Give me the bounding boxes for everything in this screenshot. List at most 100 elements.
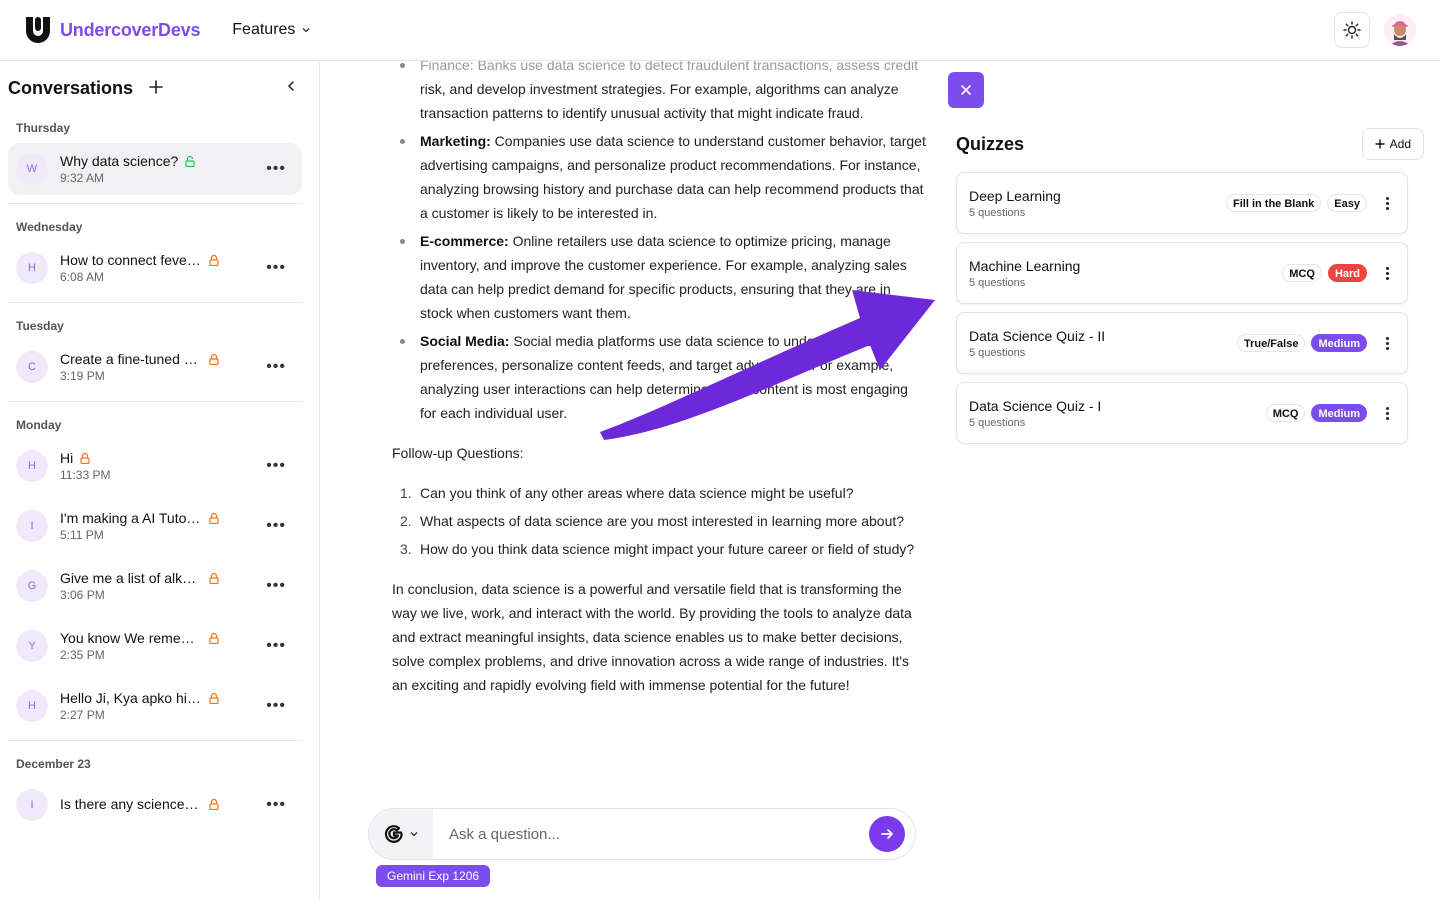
conversation-title: You know We remembe... xyxy=(60,630,202,646)
conversation-time: 6:08 AM xyxy=(60,270,105,284)
conversation-avatar: G xyxy=(16,570,48,602)
conversation-title: Hello Ji, Kya apko hindi ... xyxy=(60,690,202,706)
conversation-time: 9:32 AM xyxy=(60,171,105,185)
arrow-right-icon xyxy=(881,829,893,839)
more-options-icon[interactable]: ••• xyxy=(266,359,286,375)
chevron-down-icon xyxy=(302,28,310,33)
close-icon xyxy=(961,85,971,95)
new-conversation-plus-icon[interactable] xyxy=(149,78,163,98)
conversation-group: Tuesday C Create a fine-tuned mo... 3:19 PM… xyxy=(0,313,319,393)
group-divider xyxy=(8,401,302,402)
features-label: Features xyxy=(232,21,296,38)
conversation-item[interactable]: Y You know We remembe... 2:35 PM ••• xyxy=(8,620,302,672)
quiz-name: Machine Learning xyxy=(969,257,1081,274)
model-badge[interactable]: Gemini Exp 1206 xyxy=(376,865,491,887)
model-selector[interactable] xyxy=(369,809,433,859)
quiz-card[interactable]: Data Science Quiz - I 5 questions MCQ Mediu… xyxy=(956,382,1408,444)
group-date-label: Tuesday xyxy=(16,319,64,333)
quiz-type-badge: MCQ xyxy=(1265,404,1306,422)
conversation-item[interactable]: W Why data science? 9:32 AM ••• xyxy=(8,143,302,195)
quiz-more-vertical-icon[interactable] xyxy=(1379,266,1395,280)
conversation-item[interactable]: H Hi 11:33 PM ••• xyxy=(8,440,302,492)
conversation-item[interactable]: I Is there any science beh... ••• xyxy=(8,779,302,831)
group-date-label: December 23 xyxy=(16,757,91,771)
features-menu[interactable]: Features xyxy=(232,21,311,39)
conversations-sidebar: Conversations Thursday W Why data science?… xyxy=(0,61,320,900)
more-options-icon[interactable]: ••• xyxy=(266,518,286,534)
conversation-title: Is there any science beh... xyxy=(60,796,202,812)
chevron-down-icon xyxy=(410,832,418,837)
sun-icon xyxy=(1343,21,1361,39)
followup-text: How do you think data science might impa… xyxy=(420,541,915,557)
conversation-group: December 23 I Is there any science beh... •… xyxy=(0,751,319,831)
more-options-icon[interactable]: ••• xyxy=(266,161,286,177)
quiz-more-vertical-icon[interactable] xyxy=(1379,406,1395,420)
conversation-item[interactable]: G Give me a list of alkane ... 3:06 PM ••• xyxy=(8,560,302,612)
quiz-more-vertical-icon[interactable] xyxy=(1379,336,1395,350)
quiz-difficulty-badge: Easy xyxy=(1327,194,1367,212)
send-button[interactable] xyxy=(869,816,905,852)
bullet-label: E-commerce: xyxy=(420,233,509,249)
conversation-title: Give me a list of alkane ... xyxy=(60,570,202,586)
bullet-social-media: Social Media: Social media platforms use… xyxy=(400,329,927,425)
conversation-time: 2:35 PM xyxy=(60,648,105,662)
lock-icon xyxy=(208,353,220,365)
theme-toggle-button[interactable] xyxy=(1334,12,1370,48)
quizzes-title: Quizzes xyxy=(956,133,1025,154)
lock-icon xyxy=(79,452,91,464)
followup-item: 1. Can you think of any other areas where… xyxy=(392,481,927,505)
quiz-question-count: 5 questions xyxy=(969,276,1026,289)
finance-tail: risk, and develop investment strategies.… xyxy=(420,81,899,121)
unlock-icon xyxy=(184,155,196,167)
followup-number: 1. xyxy=(400,485,412,501)
group-divider xyxy=(8,740,302,741)
lock-icon xyxy=(208,512,220,524)
quiz-question-count: 5 questions xyxy=(969,416,1026,429)
conversation-item[interactable]: C Create a fine-tuned mo... 3:19 PM ••• xyxy=(8,341,302,393)
brand-name[interactable]: UndercoverDevs xyxy=(60,20,200,41)
conversation-item[interactable]: H How to connect fever a... 6:08 AM ••• xyxy=(8,242,302,294)
plus-icon xyxy=(1374,139,1385,149)
conversation-avatar: H xyxy=(16,450,48,482)
quiz-card[interactable]: Machine Learning 5 questions MCQ Hard xyxy=(956,242,1408,304)
conversation-group: Wednesday H How to connect fever a... 6:08 … xyxy=(0,214,319,294)
bullet-label: Social Media: xyxy=(420,333,510,349)
more-options-icon[interactable]: ••• xyxy=(266,698,286,714)
add-quiz-button[interactable]: Add xyxy=(1361,128,1424,160)
conversation-item[interactable]: H Hello Ji, Kya apko hindi ... 2:27 PM ••• xyxy=(8,680,302,732)
quiz-name: Data Science Quiz - II xyxy=(969,327,1106,344)
logo-icon[interactable] xyxy=(24,15,52,45)
quiz-card[interactable]: Deep Learning 5 questions Fill in the Blan… xyxy=(956,172,1408,234)
more-options-icon[interactable]: ••• xyxy=(266,797,286,813)
lock-icon xyxy=(208,692,220,704)
conversation-item[interactable]: I I'm making a AI Tutor, ... 5:11 PM ••• xyxy=(8,500,302,552)
conversation-title: How to connect fever a... xyxy=(60,252,202,268)
ask-question-input[interactable] xyxy=(433,809,869,859)
add-quiz-label: Add xyxy=(1389,137,1411,151)
followup-text: Can you think of any other areas where d… xyxy=(420,485,854,501)
quiz-question-count: 5 questions xyxy=(969,206,1026,219)
conversation-avatar: H xyxy=(16,690,48,722)
conversation-avatar: C xyxy=(16,351,48,383)
more-options-icon[interactable]: ••• xyxy=(266,638,286,654)
more-options-icon[interactable]: ••• xyxy=(266,260,286,276)
quiz-difficulty-badge: Medium xyxy=(1311,334,1367,352)
user-avatar[interactable] xyxy=(1384,14,1416,46)
conversation-group: Monday H Hi 11:33 PM ••• I I'm making a AI Tut… xyxy=(0,412,319,732)
more-options-icon[interactable]: ••• xyxy=(266,578,286,594)
conversation-avatar: H xyxy=(16,252,48,284)
quiz-card[interactable]: Data Science Quiz - II 5 questions True/Fa… xyxy=(956,312,1408,374)
quiz-name: Deep Learning xyxy=(969,187,1061,204)
conversation-avatar: I xyxy=(16,789,48,821)
quiz-more-vertical-icon[interactable] xyxy=(1379,196,1395,210)
quiz-list: Deep Learning 5 questions Fill in the Blan… xyxy=(956,172,1408,444)
quiz-difficulty-badge: Hard xyxy=(1327,264,1367,282)
more-options-icon[interactable]: ••• xyxy=(266,458,286,474)
followup-text: What aspects of data science are you mos… xyxy=(420,513,905,529)
chat-area: Finance: Banks use data science to detec… xyxy=(320,61,940,900)
collapse-sidebar-chevron-left-icon[interactable] xyxy=(285,79,297,97)
lock-icon xyxy=(208,254,220,266)
lock-icon xyxy=(208,572,220,584)
close-quiz-panel-button[interactable] xyxy=(948,72,984,108)
bullet-finance: Finance: Banks use data science to detec… xyxy=(400,61,927,125)
